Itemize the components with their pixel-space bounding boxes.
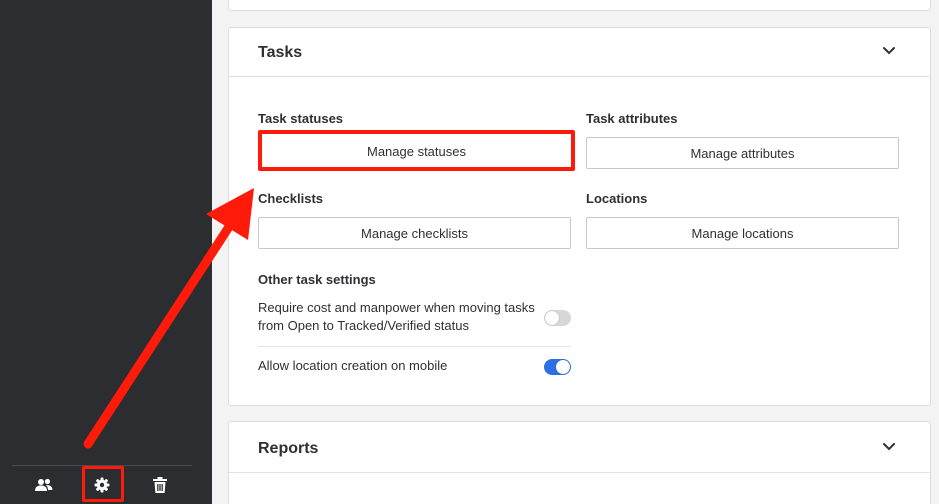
trash-icon[interactable]: [149, 474, 171, 496]
require-cost-setting-text: Require cost and manpower when moving ta…: [258, 299, 535, 335]
locations-label: Locations: [586, 191, 648, 206]
other-task-settings-label: Other task settings: [258, 272, 376, 287]
manage-checklists-button[interactable]: Manage checklists: [258, 217, 571, 249]
settings-divider: [258, 346, 571, 347]
task-attributes-label: Task attributes: [586, 111, 678, 126]
allow-location-setting-text: Allow location creation on mobile: [258, 358, 448, 373]
previous-card: [228, 0, 931, 11]
tasks-card: Tasks Task statuses Manage statuses Task…: [228, 27, 931, 406]
allow-location-toggle[interactable]: [544, 359, 571, 375]
reports-card-header[interactable]: Reports: [229, 422, 930, 473]
sidebar: [0, 0, 212, 504]
checklists-label: Checklists: [258, 191, 324, 206]
reports-title: Reports: [258, 440, 319, 457]
require-cost-toggle[interactable]: [544, 310, 571, 326]
manage-statuses-highlight-box: [258, 130, 575, 171]
users-icon[interactable]: [33, 474, 55, 496]
chevron-down-icon[interactable]: [882, 46, 896, 56]
chevron-down-icon[interactable]: [882, 442, 896, 452]
require-cost-line-2: from Open to Tracked/Verified status: [258, 318, 469, 333]
require-cost-line-1: Require cost and manpower when moving ta…: [258, 300, 535, 315]
toggle-knob: [545, 311, 559, 325]
task-statuses-label: Task statuses: [258, 111, 344, 126]
toggle-knob: [556, 360, 570, 374]
reports-card: Reports: [228, 421, 931, 504]
tasks-title: Tasks: [258, 44, 303, 61]
manage-attributes-button[interactable]: Manage attributes: [586, 137, 899, 169]
manage-locations-button[interactable]: Manage locations: [586, 217, 899, 249]
tasks-card-header[interactable]: Tasks: [229, 28, 930, 77]
gear-highlight-box: [82, 466, 124, 502]
